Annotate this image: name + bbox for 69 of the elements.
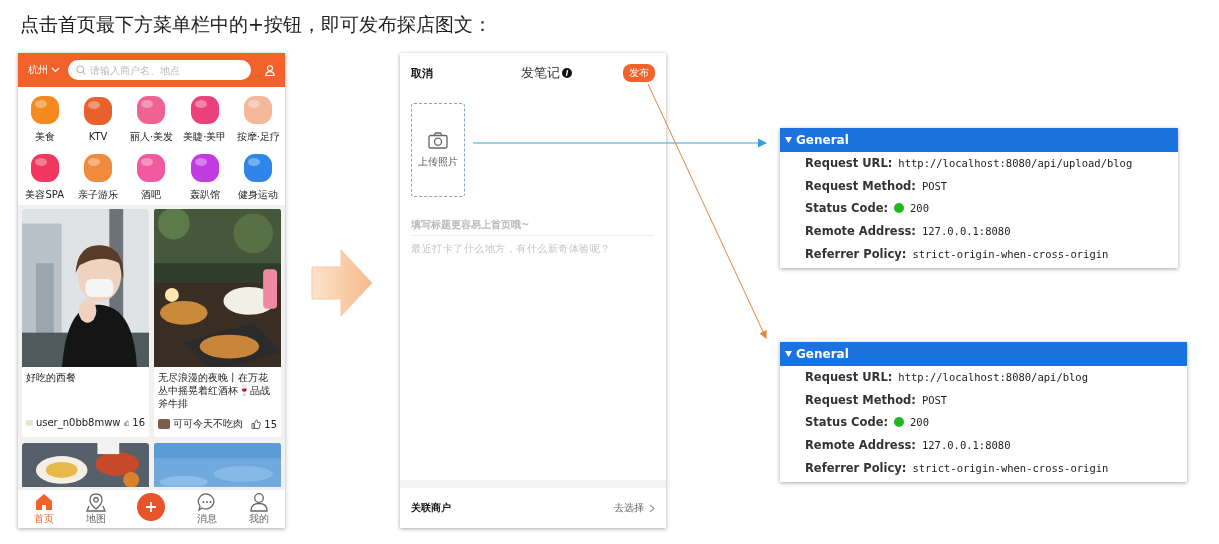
field-value: 200 bbox=[910, 416, 929, 429]
field-value: http://localhost:8080/api/blog bbox=[898, 371, 1088, 384]
category-item[interactable]: 美容SPA bbox=[18, 147, 72, 205]
right-arrow-icon bbox=[311, 249, 373, 317]
chevron-down-icon bbox=[51, 67, 60, 73]
field-label: Request Method: bbox=[805, 178, 916, 193]
field-value: strict-origin-when-cross-origin bbox=[912, 247, 1109, 260]
category-item[interactable]: 健身运动 bbox=[231, 147, 285, 205]
field-label: Remote Address: bbox=[805, 224, 916, 239]
map-pin-icon bbox=[85, 492, 106, 512]
thumbs-up-icon bbox=[123, 417, 130, 428]
like-count: 16 bbox=[132, 417, 145, 428]
field-value: 127.0.0.1:8080 bbox=[921, 439, 1011, 452]
category-item[interactable]: 轰趴馆 bbox=[178, 147, 232, 205]
user-icon bbox=[249, 492, 270, 512]
post-title: 无尽浪漫的夜晚丨在万花丛中摇晃着红酒杯🍷品战斧牛排 bbox=[157, 371, 271, 411]
category-item[interactable]: 美睫·美甲 bbox=[178, 89, 232, 147]
post-card[interactable]: 好吃的西餐 user_n0bb8mww 16 bbox=[22, 209, 149, 437]
search-field[interactable]: 请输入商户名、地点 bbox=[68, 60, 251, 80]
cancel-button[interactable]: 取消 bbox=[411, 65, 433, 81]
field-label: Remote Address: bbox=[805, 438, 916, 453]
choose-link[interactable]: 去选择 bbox=[614, 501, 644, 515]
section-header[interactable]: General bbox=[780, 128, 1178, 152]
info-icon bbox=[561, 68, 572, 78]
triangle-icon bbox=[785, 137, 792, 143]
upload-photo-button[interactable]: 上传照片 bbox=[411, 103, 465, 197]
merchant-row[interactable]: 关联商户 去选择 bbox=[400, 488, 666, 528]
like-count: 15 bbox=[264, 418, 277, 430]
category-item[interactable]: 美食 bbox=[18, 89, 72, 147]
field-value: 127.0.0.1:8080 bbox=[921, 225, 1011, 238]
tab-item[interactable]: 我的 bbox=[249, 492, 270, 526]
slide-caption: 点击首页最下方菜单栏中的+按钮，即可发布探店图文： bbox=[20, 12, 492, 37]
chevron-right-icon bbox=[649, 503, 655, 513]
post-card[interactable]: 无尽浪漫的夜晚丨在万花丛中摇晃着红酒杯🍷品战斧牛排 可可今天不吃肉 15 bbox=[154, 209, 281, 437]
thumbs-up-icon bbox=[251, 419, 262, 429]
search-icon bbox=[76, 65, 86, 75]
field-label: Request Method: bbox=[805, 392, 916, 407]
avatar-icon bbox=[26, 417, 33, 428]
tab-item[interactable]: 地图 bbox=[85, 492, 106, 526]
field-label: Status Code: bbox=[805, 415, 889, 430]
author-name: user_n0bb8mww bbox=[35, 417, 121, 428]
field-label: Request URL: bbox=[805, 370, 893, 385]
field-label: Referrer Policy: bbox=[805, 246, 907, 261]
field-value: POST bbox=[921, 179, 948, 192]
field-label: Status Code: bbox=[805, 201, 889, 216]
category-item[interactable]: 亲子游乐 bbox=[71, 147, 125, 205]
add-button[interactable] bbox=[137, 493, 166, 521]
plus-icon bbox=[145, 501, 158, 513]
field-value: strict-origin-when-cross-origin bbox=[912, 461, 1109, 474]
section-header[interactable]: General bbox=[780, 342, 1187, 366]
category-item[interactable]: 酒吧 bbox=[124, 147, 179, 205]
category-item[interactable]: KTV bbox=[71, 89, 125, 147]
user-icon bbox=[265, 64, 275, 76]
home-icon bbox=[33, 492, 54, 512]
category-item[interactable]: 丽人·美发 bbox=[124, 89, 179, 147]
tab-item[interactable]: 消息 bbox=[197, 492, 218, 526]
field-value: http://localhost:8080/api/upload/blog bbox=[898, 157, 1133, 170]
author-name: 可可今天不吃肉 bbox=[173, 417, 244, 431]
camera-icon bbox=[428, 131, 448, 149]
field-value: 200 bbox=[910, 202, 929, 215]
field-value: POST bbox=[921, 393, 948, 406]
avatar-icon bbox=[158, 419, 170, 429]
field-label: Referrer Policy: bbox=[805, 460, 907, 475]
field-label: Request URL: bbox=[805, 156, 893, 171]
post-title: 好吃的西餐 bbox=[25, 371, 77, 385]
triangle-icon bbox=[785, 351, 792, 357]
category-item[interactable]: 按摩·足疗 bbox=[231, 89, 285, 147]
screen-title: 发笔记 bbox=[520, 64, 560, 82]
merchant-label: 关联商户 bbox=[411, 501, 451, 515]
